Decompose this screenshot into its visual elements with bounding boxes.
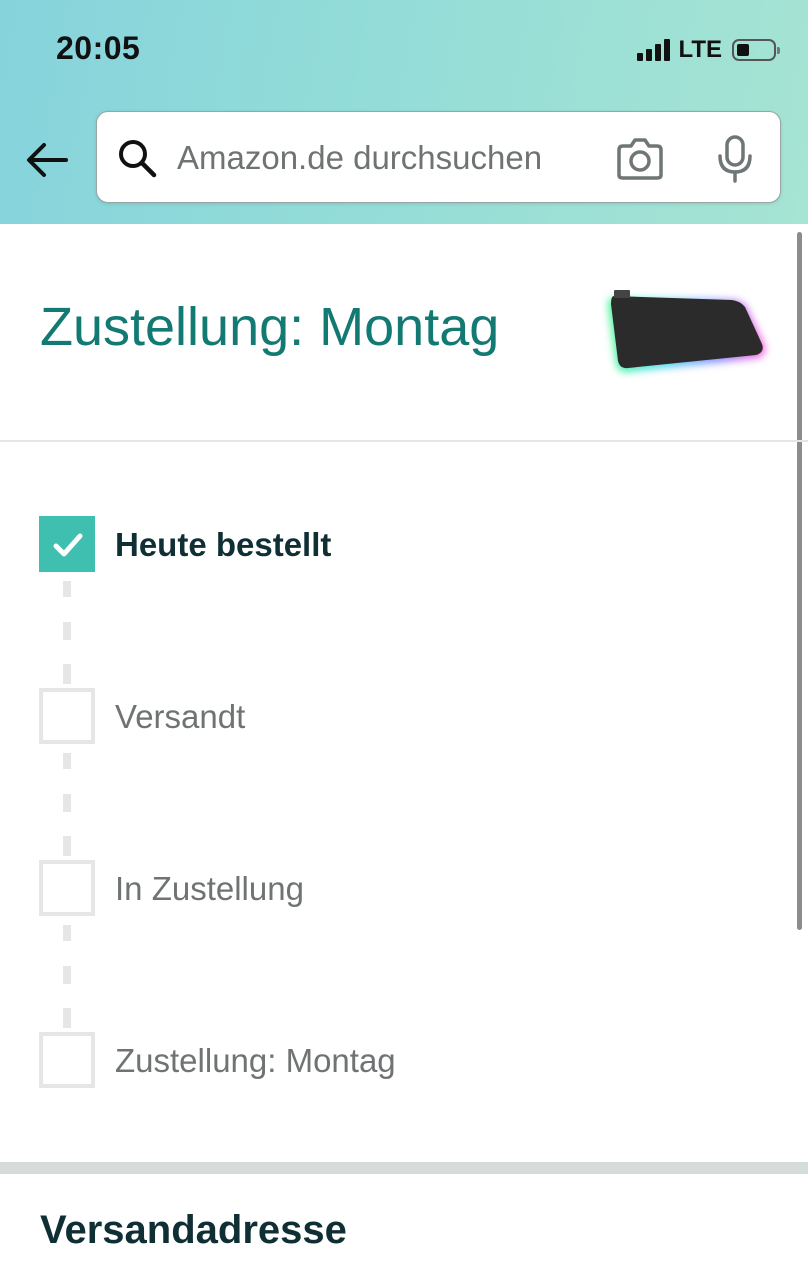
search-bar[interactable]: [96, 111, 781, 203]
step-checkbox-shipped: [39, 688, 95, 744]
timeline-connector: [63, 836, 71, 856]
step-label-shipped: Versandt: [115, 698, 246, 735]
product-image[interactable]: [600, 282, 772, 382]
delivery-title: Zustellung: Montag: [40, 297, 500, 357]
scrollbar[interactable]: [797, 232, 802, 930]
shipping-address-title: Versandadresse: [40, 1208, 347, 1252]
check-icon: [53, 533, 83, 557]
microphone-icon[interactable]: [715, 134, 755, 184]
battery-icon: [732, 39, 780, 61]
step-checkbox-out-for-delivery: [39, 860, 95, 916]
signal-icon: [637, 39, 671, 61]
status-indicators: LTE: [637, 36, 780, 64]
network-type: LTE: [678, 36, 722, 63]
step-label-out-for-delivery: In Zustellung: [115, 870, 304, 907]
timeline-connector: [63, 966, 71, 984]
section-divider: [0, 440, 808, 442]
status-time: 20:05: [56, 30, 141, 66]
step-checkbox-delivery: [39, 1032, 95, 1088]
search-icon: [119, 140, 157, 178]
section-separator: [0, 1162, 808, 1174]
back-arrow-icon[interactable]: [22, 136, 74, 184]
step-label-ordered: Heute bestellt: [115, 526, 332, 563]
search-input[interactable]: [177, 132, 597, 184]
app-header: 20:05 LTE: [0, 0, 808, 224]
camera-icon[interactable]: [615, 137, 665, 181]
step-checkbox-ordered: [39, 516, 95, 572]
timeline-connector: [63, 581, 71, 597]
step-label-delivery: Zustellung: Montag: [115, 1042, 396, 1079]
timeline-connector: [63, 664, 71, 684]
timeline-connector: [63, 925, 71, 941]
timeline-connector: [63, 794, 71, 812]
timeline-connector: [63, 753, 71, 769]
timeline-connector: [63, 1008, 71, 1028]
timeline-connector: [63, 622, 71, 640]
